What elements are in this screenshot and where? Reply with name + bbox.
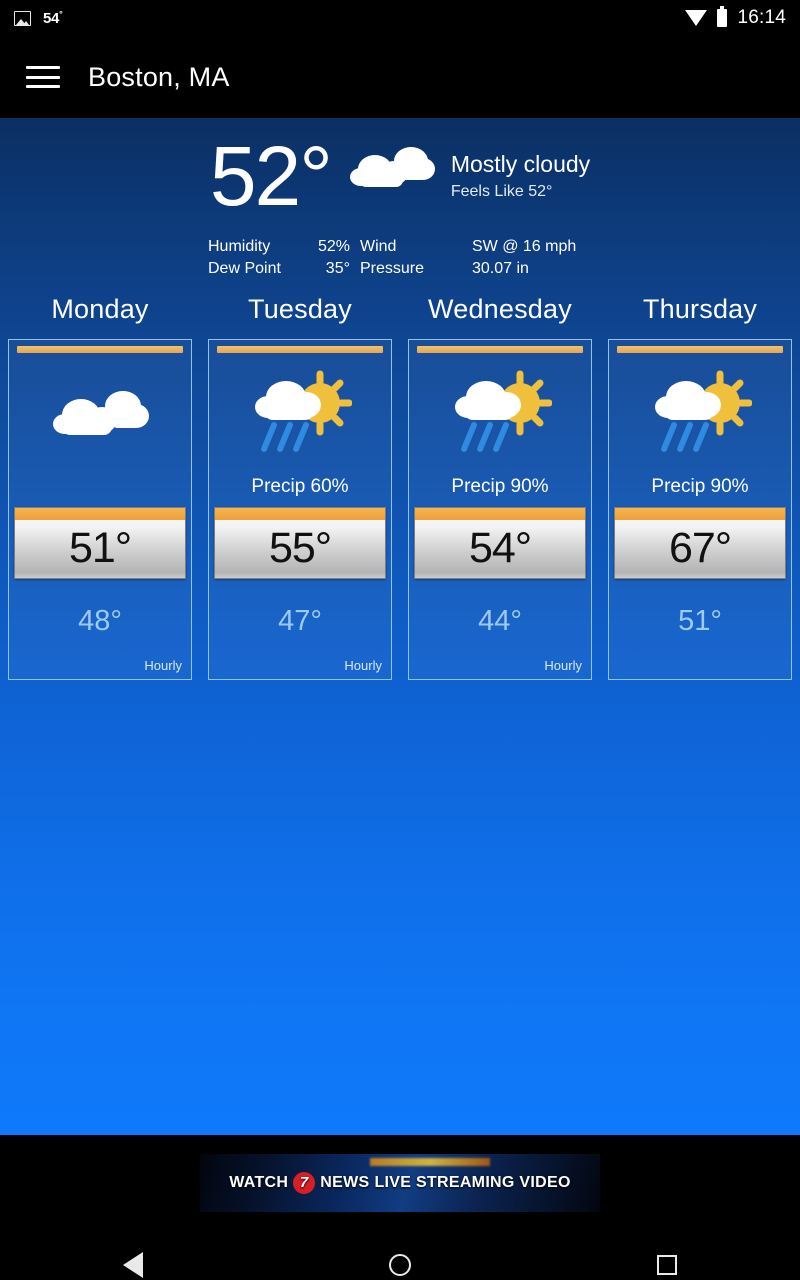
ad-text-watch: WATCH — [229, 1173, 289, 1191]
detail-value-wind: SW @ 16 mph — [472, 238, 577, 255]
day-name-label: Thursday — [642, 294, 758, 324]
rain-sun-cloud-icon — [409, 357, 591, 477]
current-temperature: 52° — [209, 129, 333, 223]
detail-label-humidity: Humidity — [208, 238, 271, 255]
status-bar-left: 54° — [14, 9, 63, 27]
seven-news-logo-icon: 7 — [293, 1171, 316, 1194]
current-conditions[interactable]: 52° Mostly cloudy Feels Like 52° Humidit… — [0, 118, 800, 278]
day-name-label: Tuesday — [248, 294, 352, 324]
ad-text-news: NEWS — [320, 1173, 370, 1191]
status-bar-right: 16:14 — [685, 6, 786, 29]
high-temperature-value: 55° — [268, 523, 332, 572]
ad-text-live: LIVE STREAMING VIDEO — [374, 1173, 571, 1191]
forecast-card-tuesday[interactable]: Precip 60% 55° 47° Hourly — [208, 339, 392, 680]
precip-label: Precip 90% — [451, 476, 549, 497]
low-temperature-value: 47° — [278, 605, 322, 637]
high-temperature-value: 67° — [668, 523, 732, 572]
hourly-link[interactable]: Hourly — [544, 658, 582, 673]
cloudy-icon — [349, 141, 435, 202]
notification-temperature-value: 54 — [43, 10, 60, 27]
card-accent-bar — [617, 346, 783, 353]
precip-label: Precip 90% — [651, 476, 749, 497]
page-title: Boston, MA — [88, 61, 230, 92]
current-details-grid: Humidity 52% Wind SW @ 16 mph Dew Point … — [208, 238, 592, 278]
low-temperature-value: 51° — [678, 605, 722, 637]
forecast-day-thursday: Thursday Precip 90% 67° 51° — [600, 294, 800, 680]
high-temperature-value: 54° — [468, 523, 532, 572]
current-condition-label: Mostly cloudy — [450, 151, 591, 178]
hamburger-menu-icon[interactable] — [26, 66, 60, 88]
ad-banner[interactable]: WATCH 7 NEWS LIVE STREAMING VIDEO — [200, 1153, 600, 1212]
notification-temperature: 54° — [43, 9, 63, 27]
forecast-day-tuesday: Tuesday Precip 60% 55° 47° Hourly — [200, 294, 400, 680]
ad-banner-container: WATCH 7 NEWS LIVE STREAMING VIDEO — [0, 1135, 800, 1230]
detail-value-dewpoint: 35° — [325, 260, 350, 277]
precip-label: Precip 60% — [251, 476, 349, 497]
hamburger-line — [26, 75, 60, 79]
battery-icon — [717, 6, 728, 27]
forecast-card-thursday[interactable]: Precip 90% 67° 51° — [608, 339, 792, 680]
app-bar: Boston, MA — [0, 36, 800, 118]
forecast-card-monday[interactable]: 51° 48° Hourly — [8, 339, 192, 680]
detail-label-pressure: Pressure — [360, 260, 425, 277]
day-name-label: Monday — [51, 294, 149, 324]
hamburger-line — [26, 66, 60, 69]
high-temperature-badge: 55° — [214, 507, 386, 579]
detail-value-humidity: 52% — [317, 238, 350, 255]
detail-label-dewpoint: Dew Point — [208, 260, 281, 277]
ad-banner-text: WATCH 7 NEWS LIVE STREAMING VIDEO — [200, 1154, 600, 1212]
status-bar-clock: 16:14 — [737, 7, 786, 28]
forecast-day-monday: Monday 51° 48° Hourly — [0, 294, 200, 680]
android-nav-bar — [0, 1230, 800, 1280]
home-circle-icon — [388, 1254, 411, 1276]
detail-value-pressure: 30.07 in — [472, 260, 529, 277]
rain-sun-cloud-icon — [209, 357, 391, 477]
weather-content: 52° Mostly cloudy Feels Like 52° Humidit… — [0, 118, 800, 1135]
high-temperature-badge: 54° — [414, 507, 586, 579]
detail-label-wind: Wind — [360, 238, 397, 255]
day-name-label: Wednesday — [428, 294, 572, 324]
status-bar: 54° 16:14 — [0, 0, 800, 36]
recents-button[interactable] — [632, 1230, 702, 1280]
back-triangle-icon — [123, 1252, 144, 1278]
notification-degree-symbol: ° — [59, 9, 63, 19]
low-temperature-value: 44° — [478, 605, 522, 637]
card-accent-bar — [217, 346, 383, 353]
forecast-row: Monday 51° 48° Hourly Tuesday Precip 60%… — [0, 294, 800, 680]
forecast-card-wednesday[interactable]: Precip 90% 54° 44° Hourly — [408, 339, 592, 680]
hourly-link[interactable]: Hourly — [344, 658, 382, 673]
high-temperature-value: 51° — [68, 523, 132, 572]
card-accent-bar — [17, 346, 183, 353]
high-temperature-badge: 51° — [14, 507, 186, 579]
forecast-day-wednesday: Wednesday Precip 90% 54° 44° Hourly — [400, 294, 600, 680]
recents-square-icon — [656, 1255, 677, 1275]
current-condition-text: Mostly cloudy Feels Like 52° — [451, 151, 590, 200]
card-accent-bar — [417, 346, 583, 353]
home-button[interactable] — [365, 1230, 435, 1280]
image-icon — [14, 10, 31, 26]
hourly-link[interactable]: Hourly — [144, 658, 182, 673]
wifi-icon — [685, 10, 708, 26]
low-temperature-value: 48° — [78, 605, 122, 637]
feels-like-label: Feels Like 52° — [450, 182, 553, 200]
back-button[interactable] — [98, 1230, 168, 1280]
current-conditions-row: 52° Mostly cloudy Feels Like 52° — [210, 134, 590, 218]
rain-sun-cloud-icon — [609, 357, 791, 477]
hamburger-line — [26, 85, 60, 88]
cloudy-icon — [9, 357, 191, 477]
high-temperature-badge: 67° — [614, 507, 786, 579]
